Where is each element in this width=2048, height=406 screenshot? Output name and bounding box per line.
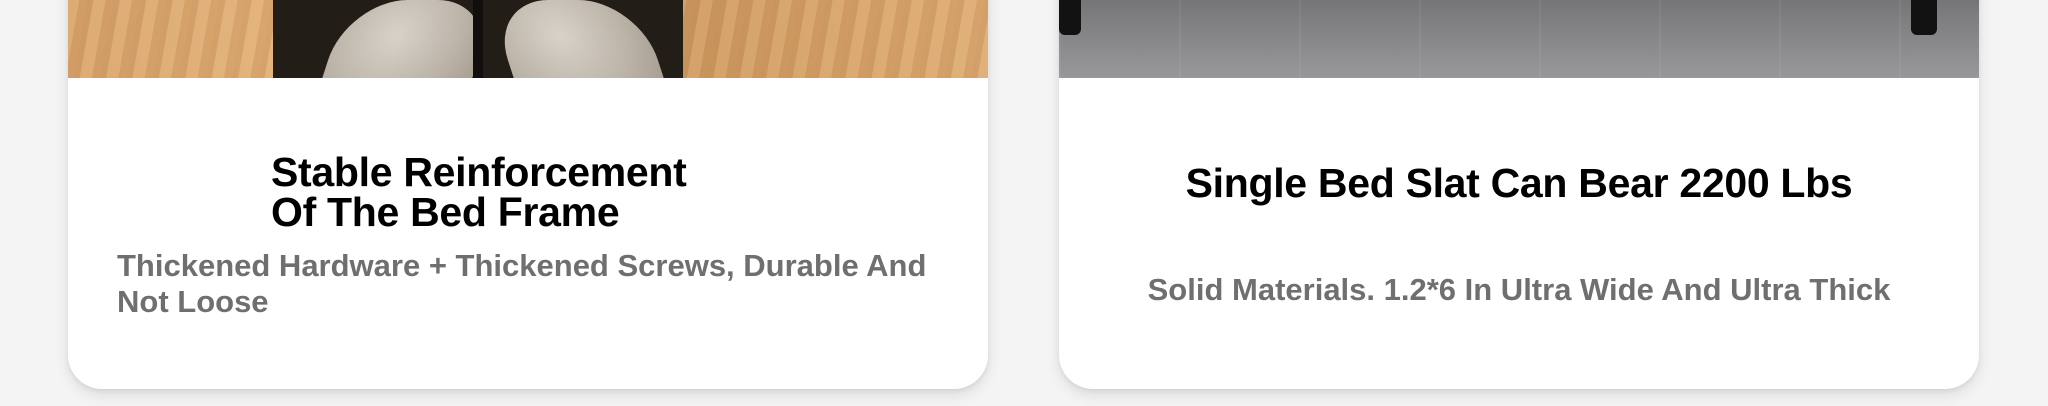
bracket-divider (473, 0, 483, 78)
feature-title-line-1: Stable Reinforcement (271, 149, 687, 195)
bed-frame-bracket (273, 0, 683, 78)
feature-card-load-capacity: Single Bed Slat Can Bear 2200 Lbs Solid … (1059, 0, 1979, 389)
bed-leg (1059, 0, 1081, 35)
product-photo-floor (1059, 0, 1979, 78)
product-photo-bracket (68, 0, 988, 78)
feature-title-line-2: Of The Bed Frame (271, 189, 620, 235)
feature-cards-section: Stable Reinforcement Of The Bed Frame Th… (0, 0, 2048, 406)
bed-leg (1911, 0, 1937, 35)
bracket-cutout (318, 0, 498, 78)
feature-description: Thickened Hardware + Thickened Screws, D… (117, 248, 927, 319)
feature-title: Stable Reinforcement Of The Bed Frame (271, 149, 687, 235)
bracket-cutout (488, 0, 668, 78)
feature-description: Solid Materials. 1.2*6 In Ultra Wide And… (1147, 272, 1891, 307)
feature-card-reinforcement: Stable Reinforcement Of The Bed Frame Th… (68, 0, 988, 389)
feature-title: Single Bed Slat Can Bear 2200 Lbs (1185, 160, 1853, 206)
